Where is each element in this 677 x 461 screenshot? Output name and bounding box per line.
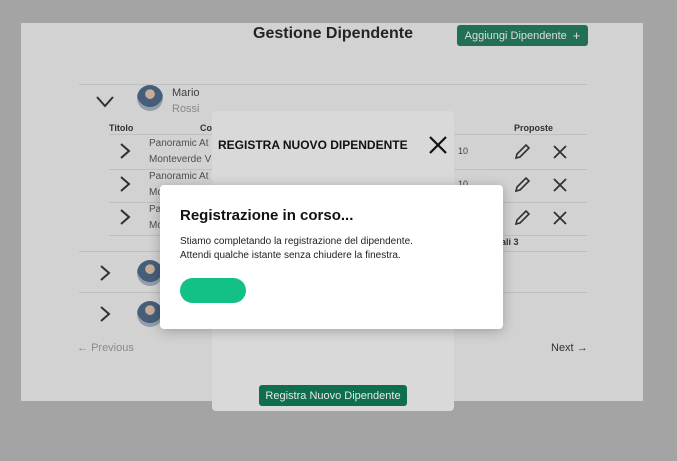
modal-title: REGISTRA NUOVO DIPENDENTE xyxy=(218,138,408,152)
close-icon[interactable] xyxy=(426,133,450,157)
register-employee-button[interactable]: Registra Nuovo Dipendente xyxy=(259,385,407,406)
dialog-title: Registrazione in corso... xyxy=(180,207,354,224)
dialog-action-button[interactable] xyxy=(180,278,246,303)
dialog-message-line: Stiamo completando la registrazione del … xyxy=(180,236,413,247)
dialog-message-line: Attendi qualche istante senza chiudere l… xyxy=(180,250,401,261)
progress-dialog: Registrazione in corso... Stiamo complet… xyxy=(160,185,503,329)
